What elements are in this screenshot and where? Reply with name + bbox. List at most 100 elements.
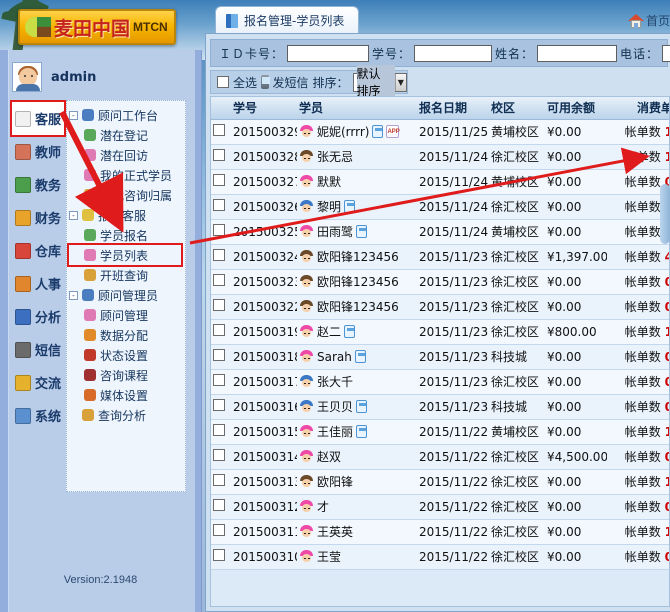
row-checkbox[interactable] <box>213 274 225 286</box>
table-row[interactable]: 201500322欧阳锋1234562015/11/23徐汇校区¥0.00帐单数… <box>211 294 670 319</box>
tab-student-list[interactable]: 报名管理-学员列表 <box>215 6 359 34</box>
select-all-checkbox[interactable] <box>217 76 229 88</box>
tree-item-8[interactable]: 学员列表 <box>69 245 181 265</box>
row-checkbox[interactable] <box>213 149 225 161</box>
row-checkbox[interactable] <box>213 124 225 136</box>
row-checkbox[interactable] <box>213 199 225 211</box>
row-checkbox[interactable] <box>213 424 225 436</box>
nav-item-2[interactable]: 教师 <box>12 135 64 168</box>
nav-item-8[interactable]: 短信 <box>12 333 64 366</box>
nav-item-4[interactable]: 财务 <box>12 201 64 234</box>
tree-item-10[interactable]: -顾问管理员 <box>69 285 185 305</box>
nav-item-10[interactable]: 系统 <box>12 399 64 432</box>
tree-toggle-icon[interactable]: - <box>69 291 78 300</box>
table-row[interactable]: 201500328张无忌2015/11/24徐汇校区¥0.00帐单数 1增加 <box>211 144 670 169</box>
tree-item-2[interactable]: 潜在登记 <box>69 125 185 145</box>
student-name-label[interactable]: 张大千 <box>317 373 353 390</box>
row-checkbox[interactable] <box>213 249 225 261</box>
row-checkbox[interactable] <box>213 524 225 536</box>
student-name-label[interactable]: 欧阳锋123456 <box>317 248 399 265</box>
student-name-label[interactable]: Sarah <box>317 350 352 364</box>
student-name-label[interactable]: 张无忌 <box>317 148 353 165</box>
student-name-label[interactable]: 默默 <box>317 173 341 190</box>
table-row[interactable]: 201500312才2015/11/22徐汇校区¥0.00帐单数 0增加 <box>211 494 670 519</box>
row-checkbox[interactable] <box>213 299 225 311</box>
row-checkbox[interactable] <box>213 174 225 186</box>
nav-item-5[interactable]: 仓库 <box>12 234 64 267</box>
table-row[interactable]: 201500313欧阳锋2015/11/22徐汇校区¥0.00帐单数 1增加 <box>211 469 670 494</box>
sms-icon[interactable] <box>261 75 269 89</box>
row-checkbox[interactable] <box>213 399 225 411</box>
student-name-label[interactable]: 欧阳锋123456 <box>317 273 399 290</box>
tree-item-6[interactable]: -报名客服 <box>69 205 185 225</box>
id-card-badge-icon[interactable] <box>356 225 367 238</box>
id-card-badge-icon[interactable] <box>355 350 366 363</box>
student-name-label[interactable]: 才 <box>317 498 329 515</box>
tree-item-15[interactable]: 媒体设置 <box>69 385 185 405</box>
name-input[interactable] <box>537 45 617 62</box>
student-no-input[interactable] <box>414 45 492 62</box>
row-checkbox[interactable] <box>213 474 225 486</box>
student-name-label[interactable]: 欧阳锋 <box>317 473 353 490</box>
home-link[interactable]: 首页 <box>628 12 670 29</box>
row-checkbox[interactable] <box>213 449 225 461</box>
id-card-badge-icon[interactable] <box>344 325 355 338</box>
tree-item-12[interactable]: 数据分配 <box>69 325 185 345</box>
table-row[interactable]: 201500311王英英2015/11/22徐汇校区¥0.00帐单数 1增加 <box>211 519 670 544</box>
sort-select[interactable]: 默认排序 ▼ <box>353 73 407 92</box>
student-name-label[interactable]: 赵二 <box>317 323 341 340</box>
row-checkbox[interactable] <box>213 349 225 361</box>
tree-item-5[interactable]: 查找咨询归属 <box>69 185 185 205</box>
tree-item-3[interactable]: 潜在回访 <box>69 145 185 165</box>
tree-item-11[interactable]: 顾问管理 <box>69 305 185 325</box>
student-name-label[interactable]: 妮妮(rrrr) <box>317 123 369 140</box>
nav-item-1[interactable]: 客服 <box>12 102 64 135</box>
tree-toggle-icon[interactable]: - <box>69 211 78 220</box>
row-checkbox[interactable] <box>213 499 225 511</box>
nav-item-9[interactable]: 交流 <box>12 366 64 399</box>
student-name-label[interactable]: 王贝贝 <box>317 398 353 415</box>
student-name-label[interactable]: 王英英 <box>317 523 353 540</box>
table-row[interactable]: 201500317张大千2015/11/23徐汇校区¥0.00帐单数 0增加 <box>211 369 670 394</box>
send-sms-button[interactable]: 发短信 <box>273 74 309 91</box>
student-name-label[interactable]: 王莹 <box>317 548 341 565</box>
id-card-badge-icon[interactable] <box>344 200 355 213</box>
table-row[interactable]: 201500325田雨鹭2015/11/24黄埔校区¥0.00帐单数 1增加 <box>211 219 670 244</box>
student-name-label[interactable]: 黎明 <box>317 198 341 215</box>
table-row[interactable]: 201500319赵二2015/11/23徐汇校区¥800.00帐单数 1增加 <box>211 319 670 344</box>
row-checkbox[interactable] <box>213 224 225 236</box>
row-checkbox[interactable] <box>213 324 225 336</box>
table-row[interactable]: 201500315王佳丽2015/11/22黄埔校区¥0.00帐单数 1增加 <box>211 419 670 444</box>
table-row[interactable]: 201500323欧阳锋1234562015/11/23徐汇校区¥0.00帐单数… <box>211 269 670 294</box>
tree-item-7[interactable]: 学员报名 <box>69 225 185 245</box>
app-badge-icon[interactable]: APP <box>386 125 399 138</box>
student-name-label[interactable]: 赵双 <box>317 448 341 465</box>
tree-item-9[interactable]: 开班查询 <box>69 265 185 285</box>
table-row[interactable]: 201500310王莹2015/11/22徐汇校区¥0.00帐单数 0增加 <box>211 544 670 569</box>
table-row[interactable]: 201500316王贝贝2015/11/23科技城¥0.00帐单数 0增加 <box>211 394 670 419</box>
table-row[interactable]: 201500326黎明2015/11/24徐汇校区¥0.00帐单数 1增加 <box>211 194 670 219</box>
nav-item-3[interactable]: 教务 <box>12 168 64 201</box>
table-row[interactable]: 201500329妮妮(rrrr)APP2015/11/25黄埔校区¥0.00帐… <box>211 119 670 144</box>
student-name-label[interactable]: 王佳丽 <box>317 423 353 440</box>
table-row[interactable]: 201500318Sarah2015/11/23科技城¥0.00帐单数 0增加 <box>211 344 670 369</box>
id-card-badge-icon[interactable] <box>372 125 383 138</box>
tree-toggle-icon[interactable]: - <box>69 111 78 120</box>
row-checkbox[interactable] <box>213 374 225 386</box>
table-row[interactable]: 201500314赵双2015/11/22徐汇校区¥4,500.00帐单数 0增… <box>211 444 670 469</box>
id-card-badge-icon[interactable] <box>356 425 367 438</box>
table-row[interactable]: 201500324欧阳锋1234562015/11/23徐汇校区¥1,397.0… <box>211 244 670 269</box>
nav-item-6[interactable]: 人事 <box>12 267 64 300</box>
id-card-badge-icon[interactable] <box>356 400 367 413</box>
tree-item-13[interactable]: 状态设置 <box>69 345 185 365</box>
id-card-input[interactable] <box>287 45 369 62</box>
tree-item-4[interactable]: 我的正式学员 <box>69 165 185 185</box>
tree-item-1[interactable]: -顾问工作台 <box>69 105 185 125</box>
student-name-label[interactable]: 田雨鹭 <box>317 223 353 240</box>
vertical-scrollbar[interactable] <box>660 184 670 244</box>
row-checkbox[interactable] <box>213 549 225 561</box>
phone-input[interactable] <box>662 45 670 62</box>
student-name-label[interactable]: 欧阳锋123456 <box>317 298 399 315</box>
tree-item-16[interactable]: 查询分析 <box>69 405 185 425</box>
nav-item-7[interactable]: 分析 <box>12 300 64 333</box>
